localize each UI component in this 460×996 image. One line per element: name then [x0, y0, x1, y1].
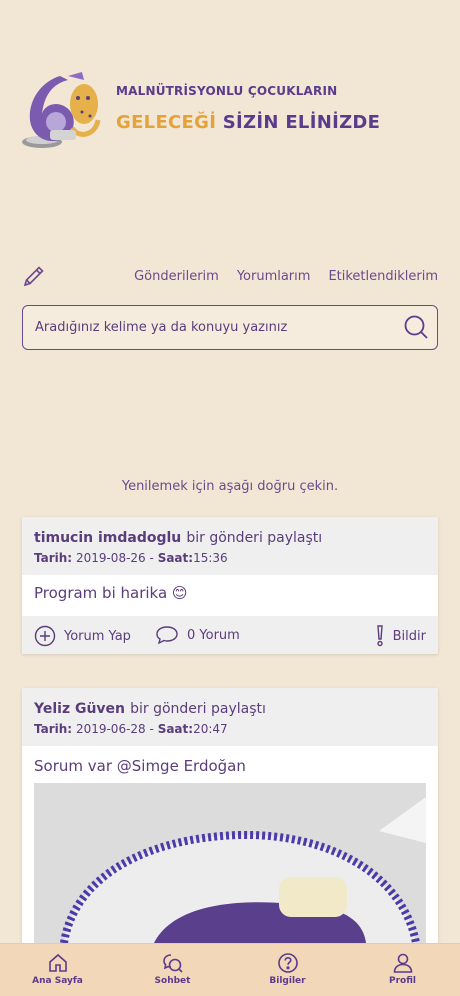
search-box [22, 305, 438, 350]
chat-icon [162, 954, 183, 973]
meta-separator: - [149, 722, 154, 736]
nav-profile[interactable]: Profil [345, 944, 460, 996]
post-meta: Tarih: 2019-06-28 - Saat:20:47 [34, 722, 426, 736]
comment-count: 0 Yorum [187, 627, 240, 643]
pencil-icon[interactable] [22, 264, 46, 288]
post-action: bir gönderi paylaştı [130, 701, 266, 717]
post-author[interactable]: timucin imdadoglu [34, 530, 181, 546]
post-header: Yeliz Güven bir gönderi paylaştı Tarih: … [22, 688, 438, 746]
post-text: Sorum var @Simge Erdoğan [34, 757, 246, 775]
nav-info-label: Bilgiler [269, 976, 306, 986]
slogan-highlight: GELECEĞİ [116, 112, 217, 133]
speech-bubble-icon [156, 626, 178, 645]
report-button[interactable]: Bildir [375, 625, 426, 647]
home-icon [48, 953, 67, 972]
tab-my-posts[interactable]: Gönderilerim [134, 269, 219, 284]
post-date: 2019-08-26 [75, 551, 146, 565]
post-filter-tabs: Gönderilerim Yorumlarım Etiketlendikleri… [134, 269, 438, 284]
add-comment-label: Yorum Yap [64, 628, 131, 644]
post-time: 20:47 [193, 722, 228, 736]
report-label: Bildir [392, 628, 426, 644]
nav-home-label: Ana Sayfa [32, 976, 83, 986]
search-input[interactable] [35, 306, 405, 349]
time-label: Saat: [157, 551, 194, 565]
date-label: Tarih: [34, 551, 73, 565]
time-label: Saat: [157, 722, 194, 736]
slogan-line1: MALNÜTRİSYONLU ÇOCUKLARIN [116, 84, 338, 98]
post-meta: Tarih: 2019-08-26 - Saat:15:36 [34, 551, 426, 565]
slogan-rest: SİZİN ELİNİZDE [222, 112, 381, 133]
help-icon [277, 953, 298, 973]
tab-my-comments[interactable]: Yorumlarım [237, 269, 311, 284]
post-text: Program bi harika 😊 [34, 584, 188, 602]
profile-icon [393, 953, 412, 973]
nav-chat[interactable]: Sohbet [115, 944, 230, 996]
nav-info[interactable]: Bilgiler [230, 944, 345, 996]
meta-separator: - [149, 551, 154, 565]
post-date: 2019-06-28 [75, 722, 146, 736]
tab-tagged[interactable]: Etiketlendiklerim [328, 269, 438, 284]
post-author[interactable]: Yeliz Güven [34, 701, 125, 717]
post-header: timucin imdadoglu bir gönderi paylaştı T… [22, 517, 438, 575]
comment-count-button[interactable]: 0 Yorum [155, 625, 240, 645]
add-comment-button[interactable]: Yorum Yap [34, 625, 131, 647]
post-card: Yeliz Güven bir gönderi paylaştı Tarih: … [22, 688, 438, 948]
pull-to-refresh-hint: Yenilemek için aşağı doğru çekin. [121, 479, 339, 494]
date-label: Tarih: [34, 722, 73, 736]
post-card: timucin imdadoglu bir gönderi paylaştı T… [22, 517, 438, 654]
search-icon[interactable] [403, 314, 429, 340]
post-image[interactable] [34, 783, 426, 943]
post-actions: Yorum Yap 0 Yorum Bildir [22, 616, 438, 654]
bottom-navigation: Ana Sayfa Sohbet Bilgiler Profil [0, 943, 460, 996]
post-time: 15:36 [193, 551, 228, 565]
post-action: bir gönderi paylaştı [186, 530, 323, 546]
nav-chat-label: Sohbet [154, 976, 191, 986]
slogan-line2: GELECEĞİ SİZİN ELİNİZDE [116, 112, 380, 133]
exclamation-icon [376, 625, 383, 647]
plus-circle-icon [34, 625, 56, 647]
nav-home[interactable]: Ana Sayfa [0, 944, 115, 996]
nav-profile-label: Profil [389, 976, 416, 986]
app-logo [20, 68, 104, 154]
